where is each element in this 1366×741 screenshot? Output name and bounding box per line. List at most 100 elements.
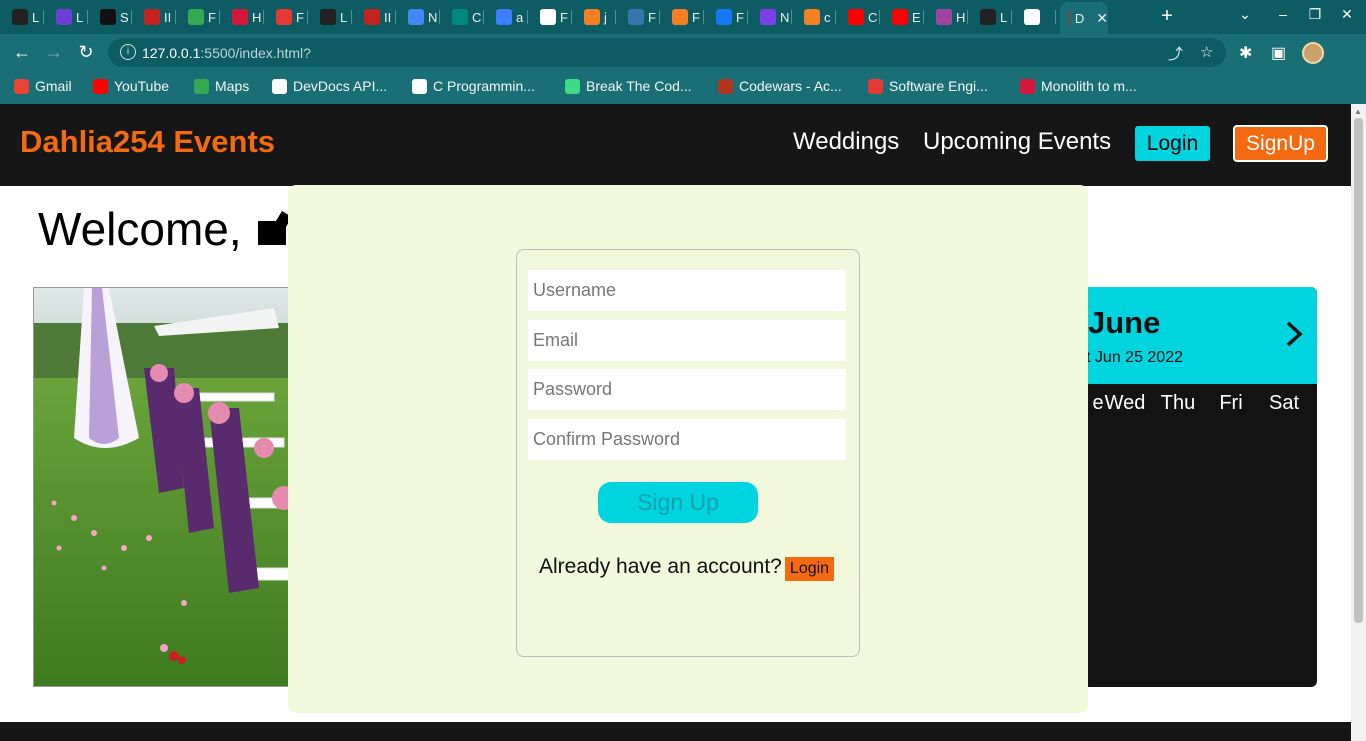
tab-title: C (868, 9, 878, 25)
browser-tab[interactable]: C (444, 4, 484, 30)
browser-tab[interactable] (1016, 4, 1056, 30)
browser-tab[interactable]: C (840, 4, 880, 30)
nav-upcoming-events-link[interactable]: Upcoming Events (923, 128, 1111, 156)
browser-tab[interactable]: F (620, 4, 660, 30)
reload-icon[interactable]: ↻ (75, 42, 97, 63)
restore-icon[interactable]: ❐ (1305, 6, 1325, 23)
tab-favicon-icon (56, 9, 72, 25)
browser-tab[interactable]: L (48, 4, 88, 30)
back-icon[interactable]: ← (11, 42, 33, 63)
browser-tab[interactable]: F (532, 4, 572, 30)
browser-tab[interactable]: L (4, 4, 44, 30)
bookmark-item[interactable]: DevDocs API... (272, 78, 387, 94)
calendar-next-icon[interactable] (1282, 319, 1306, 349)
browser-tab[interactable]: F (664, 4, 704, 30)
close-window-icon[interactable]: ✕ (1337, 6, 1357, 23)
tab-favicon-icon (408, 9, 424, 25)
tab-favicon-icon (804, 9, 820, 25)
minimize-icon[interactable]: – (1273, 6, 1293, 22)
scrollbar-thumb[interactable] (1354, 118, 1363, 623)
address-bar[interactable]: i 127.0.0.1:5500/index.html? ⤴ ☆ (108, 38, 1226, 67)
bookmark-item[interactable]: Gmail (14, 78, 72, 94)
browser-tab[interactable]: F (180, 4, 220, 30)
tab-favicon-icon (716, 9, 732, 25)
side-panel-icon[interactable]: ▣ (1271, 43, 1286, 63)
bookmark-label: Break The Cod... (586, 78, 692, 94)
tab-favicon-icon (144, 9, 160, 25)
new-tab-button[interactable]: + (1156, 5, 1178, 28)
bookmark-item[interactable]: Software Engi... (868, 78, 988, 94)
tab-favicon-icon (892, 9, 908, 25)
email-input[interactable] (528, 320, 846, 361)
nav-signup-button[interactable]: SignUp (1233, 125, 1328, 162)
bookmark-item[interactable]: Break The Cod... (565, 78, 692, 94)
page-scrollbar[interactable]: ▲ (1351, 104, 1366, 741)
browser-tab[interactable]: S (92, 4, 132, 30)
browser-tab[interactable]: II (356, 4, 396, 30)
browser-tab[interactable]: H (224, 4, 264, 30)
tab-favicon-icon (980, 9, 996, 25)
password-input[interactable] (528, 369, 846, 410)
bookmark-label: DevDocs API... (293, 78, 388, 94)
confirm-password-input[interactable] (528, 419, 846, 460)
browser-tab[interactable]: a (488, 4, 528, 30)
browser-tab[interactable]: E (884, 4, 924, 30)
browser-tab[interactable]: N (752, 4, 792, 30)
browser-tab[interactable]: H (928, 4, 968, 30)
tab-title: c (824, 9, 831, 25)
browser-tab[interactable]: N (400, 4, 440, 30)
tab-separator (703, 10, 704, 24)
bookmark-star-icon[interactable]: ☆ (1200, 43, 1213, 61)
username-input[interactable] (528, 270, 846, 311)
site-info-icon[interactable]: i (120, 44, 136, 60)
bookmark-label: Gmail (35, 78, 72, 94)
tab-separator (175, 10, 176, 24)
tab-favicon-icon (1068, 10, 1071, 26)
tab-search-icon[interactable]: ⌄ (1235, 6, 1255, 23)
bookmark-item[interactable]: C Programmin... (412, 78, 535, 94)
bookmarks-bar: Gmail YouTube Maps DevDocs API... C Programm… (0, 71, 1366, 104)
wedding-hero-image (33, 287, 303, 687)
tab-active[interactable]: D ✕ (1060, 2, 1108, 34)
tab-favicon-icon (1024, 9, 1040, 25)
site-brand[interactable]: Dahlia254 Events (20, 124, 275, 160)
bookmark-item[interactable]: YouTube (93, 78, 169, 94)
signup-form: Sign Up Already have an account? Login (516, 249, 860, 657)
calendar-month: June (1088, 305, 1161, 340)
bookmark-item[interactable]: Codewars - Ac... (718, 78, 842, 94)
bookmark-item[interactable]: Monolith to m... (1020, 78, 1137, 94)
bookmark-favicon-icon (868, 78, 883, 94)
browser-tab[interactable]: L (972, 4, 1012, 30)
nav-weddings-link[interactable]: Weddings (793, 128, 899, 156)
tab-title: j (604, 9, 607, 25)
browser-tab[interactable]: F (268, 4, 308, 30)
share-icon[interactable]: ⤴ (1168, 43, 1183, 64)
browser-tab[interactable]: c (796, 4, 836, 30)
extensions-icon[interactable]: ✱ (1239, 43, 1252, 63)
tab-separator (219, 10, 220, 24)
tab-separator (747, 10, 748, 24)
web-page: Dahlia254 Events Weddings Upcoming Event… (0, 104, 1351, 741)
tab-favicon-icon (672, 9, 688, 25)
weekday-label: Fri (1219, 392, 1243, 414)
nav-login-button[interactable]: Login (1135, 126, 1210, 161)
tab-title: C (472, 9, 482, 25)
tab-separator (1011, 10, 1012, 24)
welcome-heading: Welcome, (38, 203, 242, 255)
browser-tab[interactable]: L (312, 4, 352, 30)
url-text[interactable]: 127.0.0.1:5500/index.html? (142, 45, 311, 61)
browser-tab[interactable]: F (708, 4, 748, 30)
browser-tab[interactable]: j (576, 4, 616, 30)
modal-login-button[interactable]: Login (785, 557, 834, 581)
browser-tab[interactable]: II (136, 4, 176, 30)
close-tab-icon[interactable]: ✕ (1096, 10, 1108, 27)
signup-submit-button[interactable]: Sign Up (598, 482, 758, 523)
tab-favicon-icon (936, 9, 952, 25)
scroll-up-icon[interactable]: ▲ (1354, 107, 1362, 116)
bookmark-item[interactable]: Maps (194, 78, 249, 94)
profile-avatar[interactable] (1302, 42, 1324, 64)
browser-tab-strip: L L S II F H F L II N Ca Fj F F F Nc C E H L D ✕ + ⌄ – ❐ ✕ (0, 0, 1366, 34)
bookmark-favicon-icon (412, 78, 427, 94)
tab-favicon-icon (584, 9, 600, 25)
forward-icon[interactable]: → (43, 42, 65, 63)
